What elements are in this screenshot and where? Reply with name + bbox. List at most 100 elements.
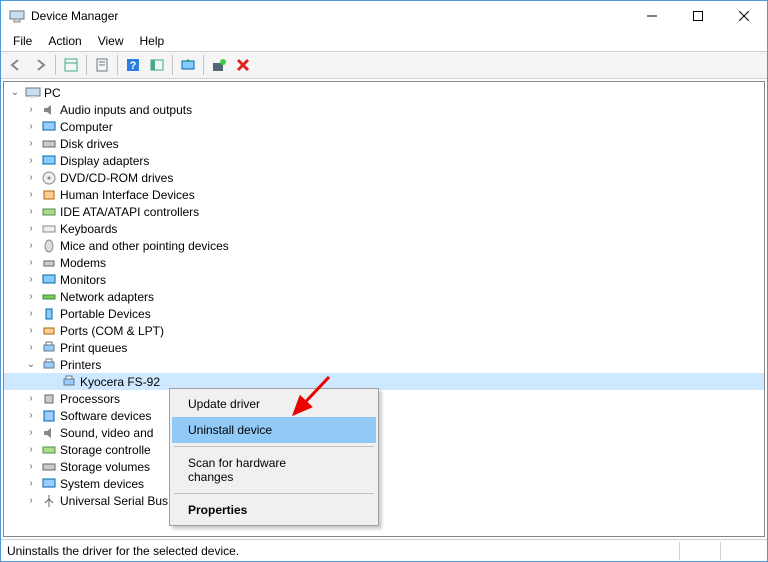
expand-icon[interactable]: ›: [24, 477, 38, 491]
node-label: Disk drives: [60, 137, 119, 151]
node-label: PC: [44, 86, 61, 100]
node-label: Printers: [60, 358, 101, 372]
uninstall-button[interactable]: [232, 54, 254, 76]
window-title: Device Manager: [31, 9, 629, 23]
expand-icon[interactable]: ›: [24, 307, 38, 321]
close-button[interactable]: [721, 1, 767, 31]
titlebar: Device Manager: [1, 1, 767, 31]
node-label: Computer: [60, 120, 113, 134]
node-label: System devices: [60, 477, 144, 491]
expand-icon[interactable]: ›: [24, 341, 38, 355]
menu-action[interactable]: Action: [40, 32, 89, 50]
update-driver-button[interactable]: [177, 54, 199, 76]
expand-icon[interactable]: ›: [24, 222, 38, 236]
expand-icon[interactable]: ›: [24, 137, 38, 151]
expand-icon[interactable]: ›: [24, 324, 38, 338]
mouse-icon: [41, 238, 57, 254]
app-icon: [9, 8, 25, 24]
menu-file[interactable]: File: [5, 32, 40, 50]
tree-category[interactable]: › Print queues: [4, 339, 764, 356]
menubar: File Action View Help: [1, 31, 767, 51]
menu-view[interactable]: View: [90, 32, 132, 50]
tree-category[interactable]: ›Audio inputs and outputs: [4, 101, 764, 118]
tree-category[interactable]: › Disk drives: [4, 135, 764, 152]
scan-hardware-button[interactable]: [208, 54, 230, 76]
minimize-button[interactable]: [629, 1, 675, 31]
status-text: Uninstalls the driver for the selected d…: [7, 544, 679, 558]
back-button[interactable]: [5, 54, 27, 76]
menu-help[interactable]: Help: [132, 32, 173, 50]
svg-text:?: ?: [130, 60, 137, 72]
tree-category[interactable]: ›Storage volumes: [4, 458, 764, 475]
expand-icon[interactable]: ›: [24, 443, 38, 457]
expand-icon[interactable]: ›: [24, 171, 38, 185]
tree-category[interactable]: ›Display adapters: [4, 152, 764, 169]
expand-icon[interactable]: ›: [24, 460, 38, 474]
tree-category[interactable]: ›Modems: [4, 254, 764, 271]
context-properties[interactable]: Properties: [172, 497, 376, 523]
expand-icon[interactable]: ›: [24, 120, 38, 134]
tree-category[interactable]: › System devices: [4, 475, 764, 492]
tree-category[interactable]: ›Mice and other pointing devices: [4, 237, 764, 254]
expand-icon[interactable]: ›: [24, 188, 38, 202]
storage-icon: [41, 459, 57, 475]
tree-category[interactable]: › Sound, video and: [4, 424, 764, 441]
printer-icon: [61, 374, 77, 390]
help-button[interactable]: ?: [122, 54, 144, 76]
context-uninstall-device[interactable]: Uninstall device: [172, 417, 376, 443]
tree-category[interactable]: › Storage controlle: [4, 441, 764, 458]
tree-root[interactable]: ⌄ PC: [4, 84, 764, 101]
tree-category-printers[interactable]: ⌄ Printers: [4, 356, 764, 373]
annotation-arrow: [284, 372, 334, 422]
expand-icon[interactable]: ›: [24, 239, 38, 253]
tree-category[interactable]: ›DVD/CD-ROM drives: [4, 169, 764, 186]
node-label: Sound, video and: [60, 426, 153, 440]
action-button[interactable]: [146, 54, 168, 76]
tree-category[interactable]: ›Software devices: [4, 407, 764, 424]
expand-icon[interactable]: ›: [24, 273, 38, 287]
printer-icon: [41, 357, 57, 373]
tree-category[interactable]: › Computer: [4, 118, 764, 135]
expand-icon[interactable]: ›: [24, 409, 38, 423]
portable-icon: [41, 306, 57, 322]
expand-icon[interactable]: ›: [24, 205, 38, 219]
maximize-button[interactable]: [675, 1, 721, 31]
statusbar: Uninstalls the driver for the selected d…: [1, 539, 767, 561]
expand-icon[interactable]: ⌄: [8, 86, 22, 100]
node-label: Print queues: [60, 341, 127, 355]
node-label: Kyocera FS-92: [80, 375, 160, 389]
tree-category[interactable]: ›Universal Serial Bus controllers: [4, 492, 764, 509]
software-icon: [41, 408, 57, 424]
context-separator: [174, 446, 374, 447]
context-update-driver[interactable]: Update driver: [172, 391, 376, 417]
expand-icon[interactable]: ›: [24, 494, 38, 508]
expand-icon[interactable]: ›: [24, 392, 38, 406]
expand-icon[interactable]: ›: [24, 154, 38, 168]
monitor-icon: [41, 272, 57, 288]
ide-icon: [41, 204, 57, 220]
ports-icon: [41, 323, 57, 339]
tree-category[interactable]: ›Keyboards: [4, 220, 764, 237]
show-hide-console-button[interactable]: [60, 54, 82, 76]
tree-category[interactable]: ›Network adapters: [4, 288, 764, 305]
forward-button[interactable]: [29, 54, 51, 76]
tree-category[interactable]: ›Human Interface Devices: [4, 186, 764, 203]
tree-category[interactable]: › IDE ATA/ATAPI controllers: [4, 203, 764, 220]
sound-icon: [41, 425, 57, 441]
expand-icon[interactable]: ›: [24, 256, 38, 270]
tree-category[interactable]: ›Portable Devices: [4, 305, 764, 322]
node-label: Storage controlle: [60, 443, 151, 457]
context-scan-hardware[interactable]: Scan for hardware changes: [172, 450, 376, 490]
collapse-icon[interactable]: ⌄: [24, 358, 38, 372]
tree-device-printer[interactable]: Kyocera FS-92: [4, 373, 764, 390]
tree-content: ⌄ PC ›Audio inputs and outputs › Computer…: [3, 81, 765, 537]
node-label: Processors: [60, 392, 120, 406]
expand-icon[interactable]: ›: [24, 103, 38, 117]
tree-category[interactable]: ›Monitors: [4, 271, 764, 288]
tree-category[interactable]: › Processors: [4, 390, 764, 407]
expand-icon[interactable]: ›: [24, 426, 38, 440]
node-label: IDE ATA/ATAPI controllers: [60, 205, 199, 219]
expand-icon[interactable]: ›: [24, 290, 38, 304]
properties-button[interactable]: [91, 54, 113, 76]
tree-category[interactable]: ›Ports (COM & LPT): [4, 322, 764, 339]
